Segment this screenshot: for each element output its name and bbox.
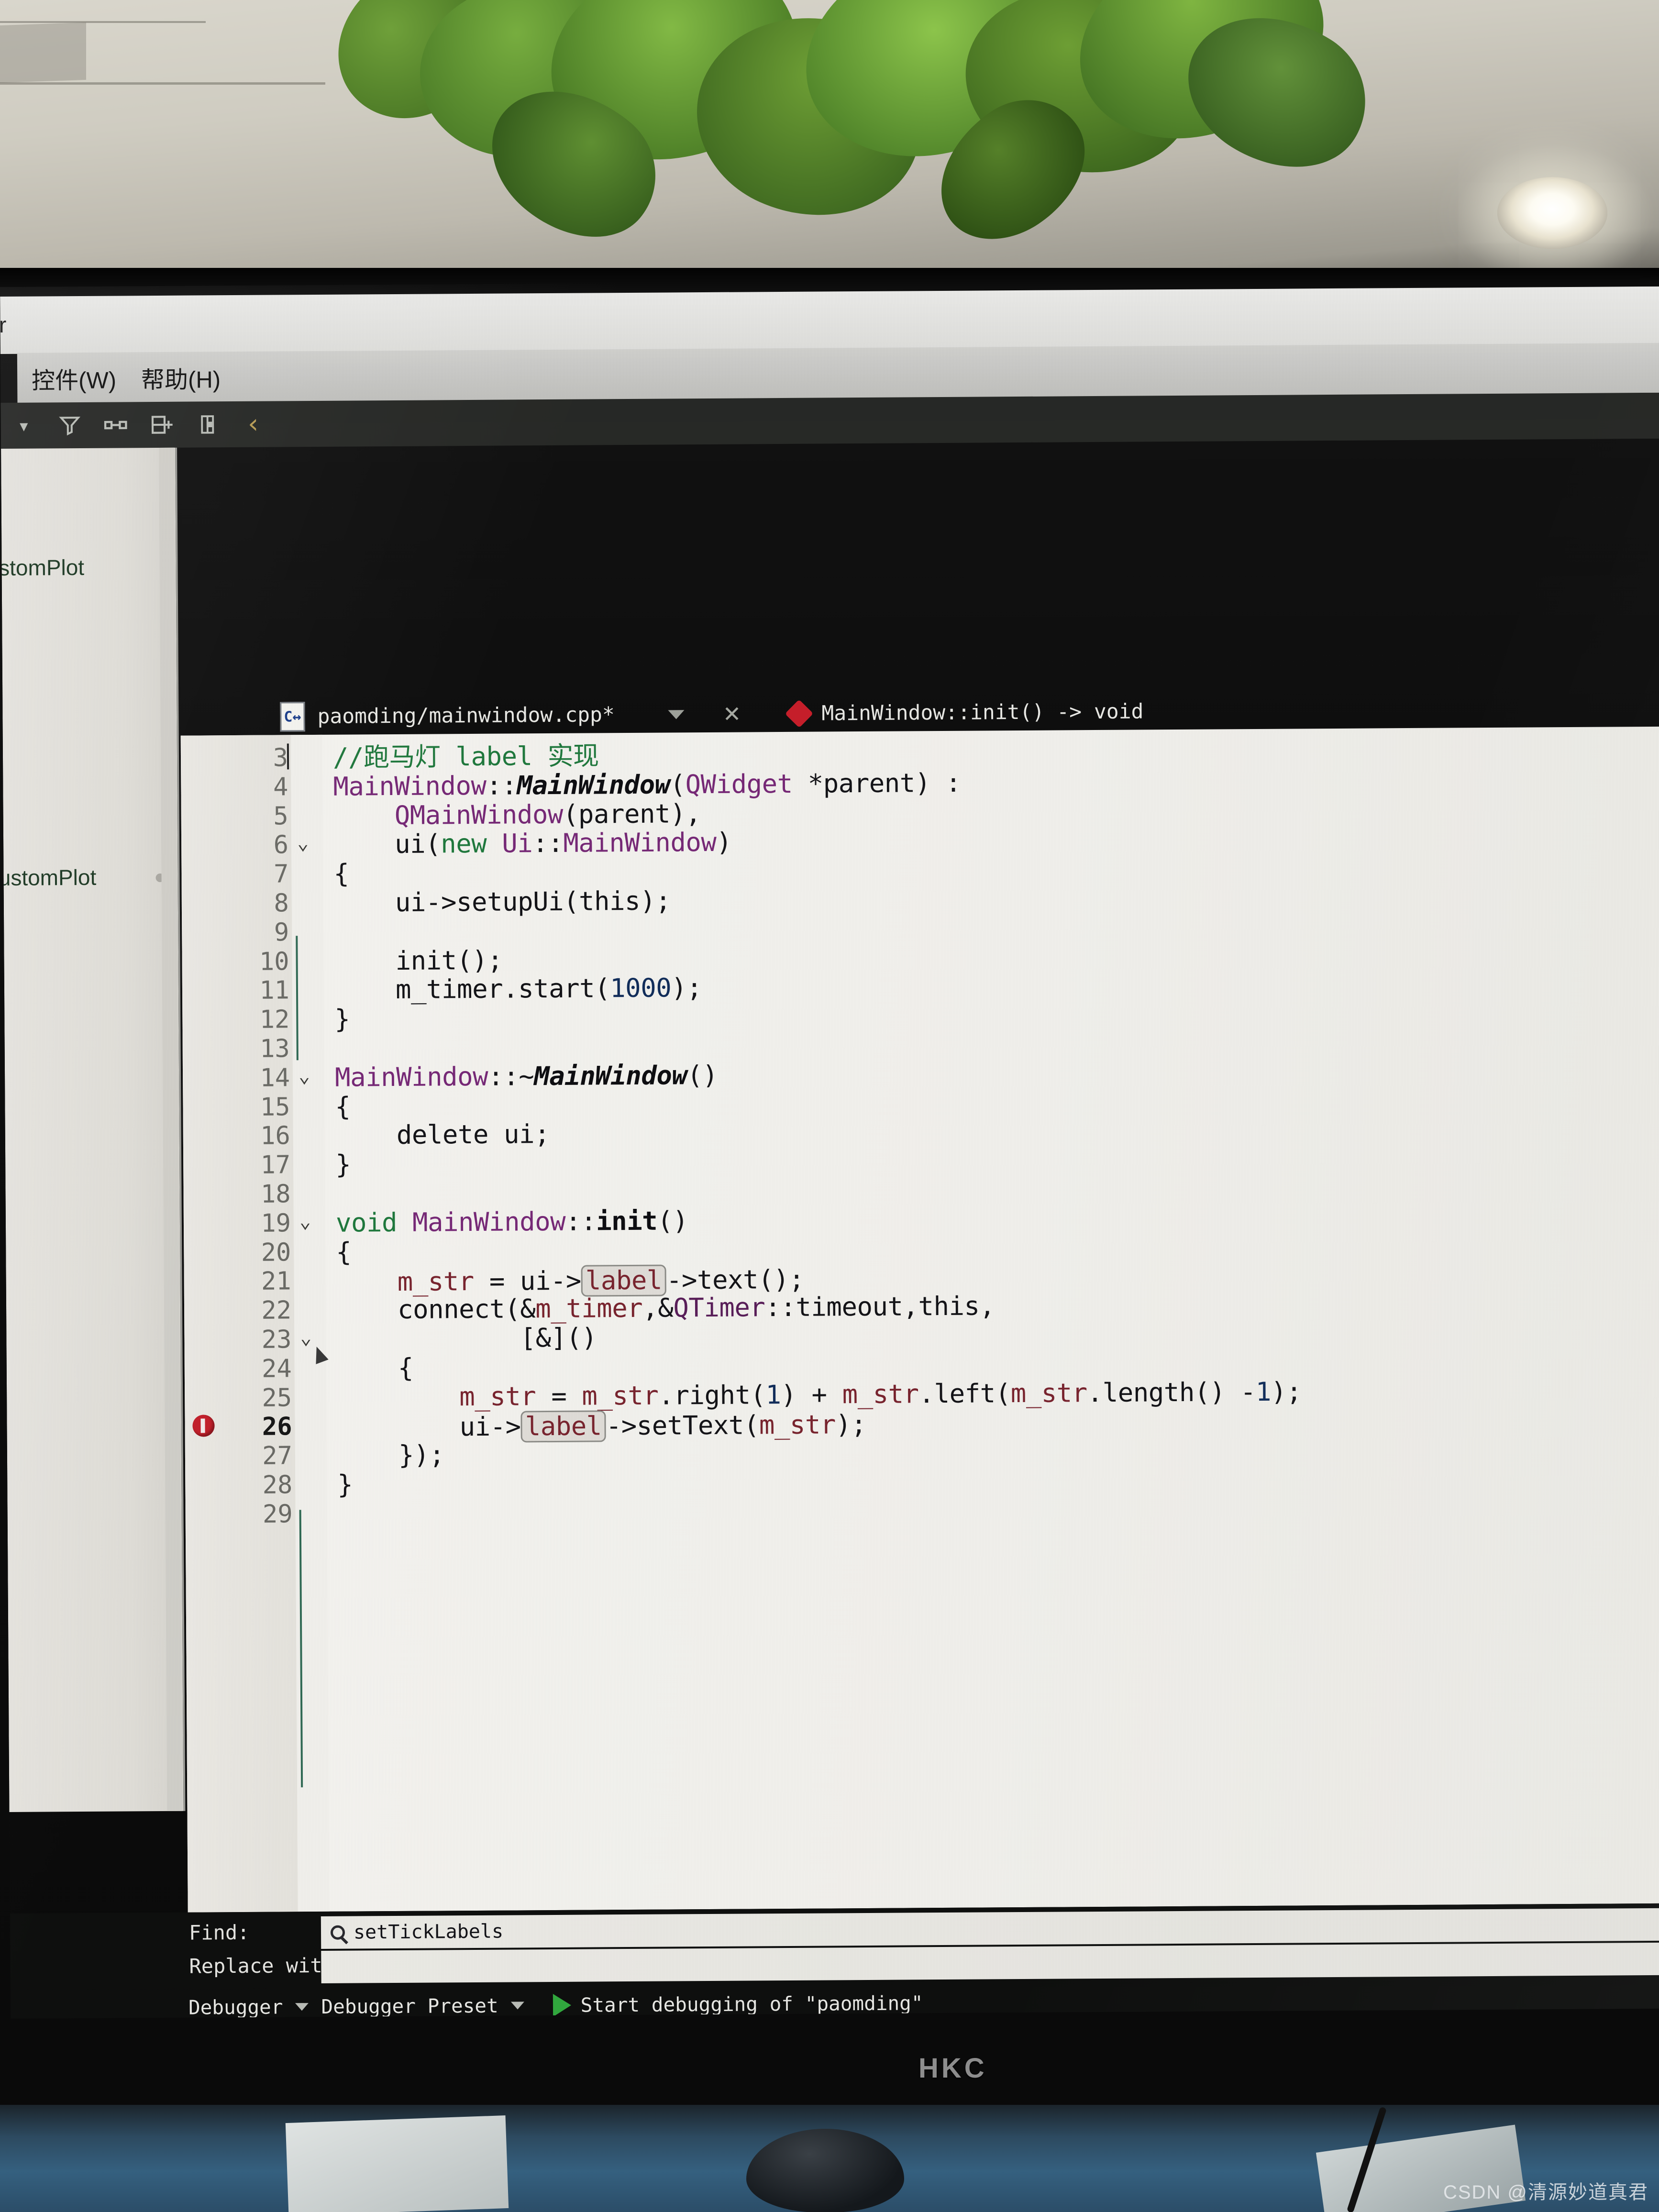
line-number[interactable]: 12 [189, 1006, 290, 1035]
line-number[interactable]: 24 [191, 1354, 292, 1383]
line-number[interactable]: 28 [192, 1471, 293, 1500]
line-number[interactable]: 18 [190, 1180, 291, 1209]
line-number[interactable]: 22 [191, 1296, 291, 1326]
ceiling-tile [0, 22, 86, 83]
code-line[interactable]: { [337, 1353, 413, 1383]
line-number[interactable]: 29 [192, 1500, 293, 1529]
code-line[interactable]: void MainWindow::init() [336, 1206, 688, 1238]
line-number[interactable]: 27 [192, 1442, 292, 1471]
cpp-file-icon: C↔ [280, 702, 305, 732]
start-debugging-label[interactable]: Start debugging of "paomding" [581, 1991, 923, 2016]
code-line[interactable]: MainWindow::MainWindow(QWidget *parent) … [333, 768, 961, 802]
close-split-icon[interactable] [184, 401, 231, 448]
debugger-kit-label[interactable]: Debugger [188, 1995, 283, 2018]
code-line[interactable]: { [333, 859, 349, 889]
line-number[interactable]: 6 [188, 831, 289, 860]
navigate-back-icon[interactable]: ‹ [230, 401, 276, 447]
split-add-icon[interactable] [138, 402, 185, 448]
sidebar-entry-0[interactable]: ustomPlot [0, 554, 84, 581]
desk-paper [285, 2115, 509, 2212]
code-line[interactable]: delete ui; [335, 1119, 550, 1150]
editor-toolbar: ▾ ‹ [0, 392, 1659, 449]
symbol-marker-icon [785, 699, 814, 728]
tab-close-icon[interactable]: ✕ [723, 701, 741, 727]
line-number[interactable]: 9 [188, 918, 289, 947]
chevron-down-icon[interactable]: ▾ [0, 402, 47, 449]
line-number[interactable]: 20 [190, 1238, 291, 1267]
photo-scene: or 控件(W) 帮助(H) ▾ ‹ C↔ paomding/mainwindo… [0, 0, 1659, 2212]
chevron-down-icon[interactable] [295, 2003, 309, 2011]
debugger-preset-label[interactable]: Debugger Preset [321, 1994, 498, 2018]
code-line[interactable]: MainWindow::~MainWindow() [335, 1060, 718, 1093]
code-line[interactable]: connect(&m_timer,&QTimer::timeout,this, [336, 1291, 995, 1325]
window-title: or [0, 312, 7, 338]
find-input[interactable]: setTickLabels [321, 1908, 1659, 1949]
left-sidebar: ustomPlot CustomPlot [0, 447, 186, 1812]
line-number[interactable]: 19 [190, 1209, 291, 1238]
line-number[interactable]: 11 [189, 976, 289, 1006]
ceiling-downlight [1497, 177, 1607, 249]
code-line[interactable]: //跑马灯 label 实现 [333, 741, 599, 772]
fold-toggle-icon[interactable]: ⌄ [297, 832, 309, 854]
code-line[interactable]: ui(new Ui::MainWindow) [333, 827, 732, 859]
code-line[interactable]: } [334, 1004, 350, 1034]
link-icon[interactable] [92, 402, 139, 448]
symbol-selector-label[interactable]: MainWindow::init() -> void [821, 699, 1143, 725]
sidebar-entry-1[interactable]: CustomPlot [0, 864, 96, 891]
tab-dropdown-icon[interactable] [668, 709, 685, 719]
line-number[interactable]: 25 [191, 1383, 292, 1413]
code-line[interactable]: ui->setupUi(this); [334, 885, 671, 918]
start-debugging-icon[interactable] [553, 1993, 571, 2017]
ceiling-seam [0, 82, 325, 85]
find-label: Find: [188, 1920, 250, 1945]
line-number[interactable]: 5 [188, 802, 288, 831]
code-line[interactable]: { [335, 1091, 350, 1121]
chevron-down-icon[interactable] [510, 2002, 524, 2010]
line-number[interactable]: 14 [189, 1063, 290, 1093]
code-line[interactable]: [&]() [336, 1322, 597, 1353]
window-titlebar: or [0, 286, 1659, 354]
line-number[interactable]: 23 [191, 1325, 292, 1354]
line-number[interactable]: 15 [189, 1093, 290, 1122]
code-line[interactable]: m_str = m_str.right(1) + m_str.left(m_st… [337, 1376, 1302, 1412]
text-caret [287, 743, 289, 770]
code-line[interactable]: }); [337, 1440, 444, 1471]
document-tab-label: paomding/mainwindow.cpp* [317, 703, 615, 729]
find-input-value: setTickLabels [353, 1920, 504, 1944]
line-number[interactable]: 3 [188, 743, 288, 773]
fold-toggle-icon[interactable]: ⌄ [299, 1065, 310, 1087]
code-line[interactable]: init(); [334, 945, 502, 975]
menu-item-widgets[interactable]: 控件(W) [32, 361, 116, 396]
line-number[interactable]: 10 [188, 947, 289, 976]
line-number[interactable]: 13 [189, 1034, 290, 1063]
line-number[interactable]: 21 [191, 1267, 291, 1296]
replace-input[interactable] [321, 1942, 1659, 1983]
code-line[interactable]: } [335, 1150, 351, 1180]
code-line[interactable]: ui-> label ->setText(m_str); [337, 1409, 866, 1444]
qt-creator-screen: or 控件(W) 帮助(H) ▾ ‹ C↔ paomding/mainwindo… [0, 276, 1659, 2019]
line-number[interactable]: 7 [188, 860, 289, 889]
code-line[interactable]: { [336, 1237, 351, 1267]
filter-icon[interactable] [46, 402, 93, 449]
search-icon [330, 1925, 345, 1940]
menu-item-help[interactable]: 帮助(H) [141, 361, 221, 395]
monitor-brand-logo: HKC [918, 2053, 987, 2084]
code-line[interactable]: m_timer.start(1000); [334, 973, 702, 1005]
code-line[interactable]: } [337, 1470, 353, 1500]
find-replace-panel: Find: Replace with: setTickLabels [10, 1903, 1659, 1990]
line-number[interactable]: 4 [188, 773, 288, 802]
ceiling-seam [0, 21, 206, 23]
watermark: CSDN @清源妙道真君 [1443, 2182, 1648, 2203]
line-number[interactable]: 17 [190, 1151, 290, 1180]
line-number[interactable]: 16 [190, 1122, 290, 1151]
code-line[interactable]: QMainWindow(parent), [333, 798, 701, 830]
fold-toggle-icon[interactable]: ⌄ [300, 1327, 311, 1349]
line-number[interactable]: 8 [188, 889, 289, 918]
fold-toggle-icon[interactable]: ⌄ [299, 1210, 311, 1232]
